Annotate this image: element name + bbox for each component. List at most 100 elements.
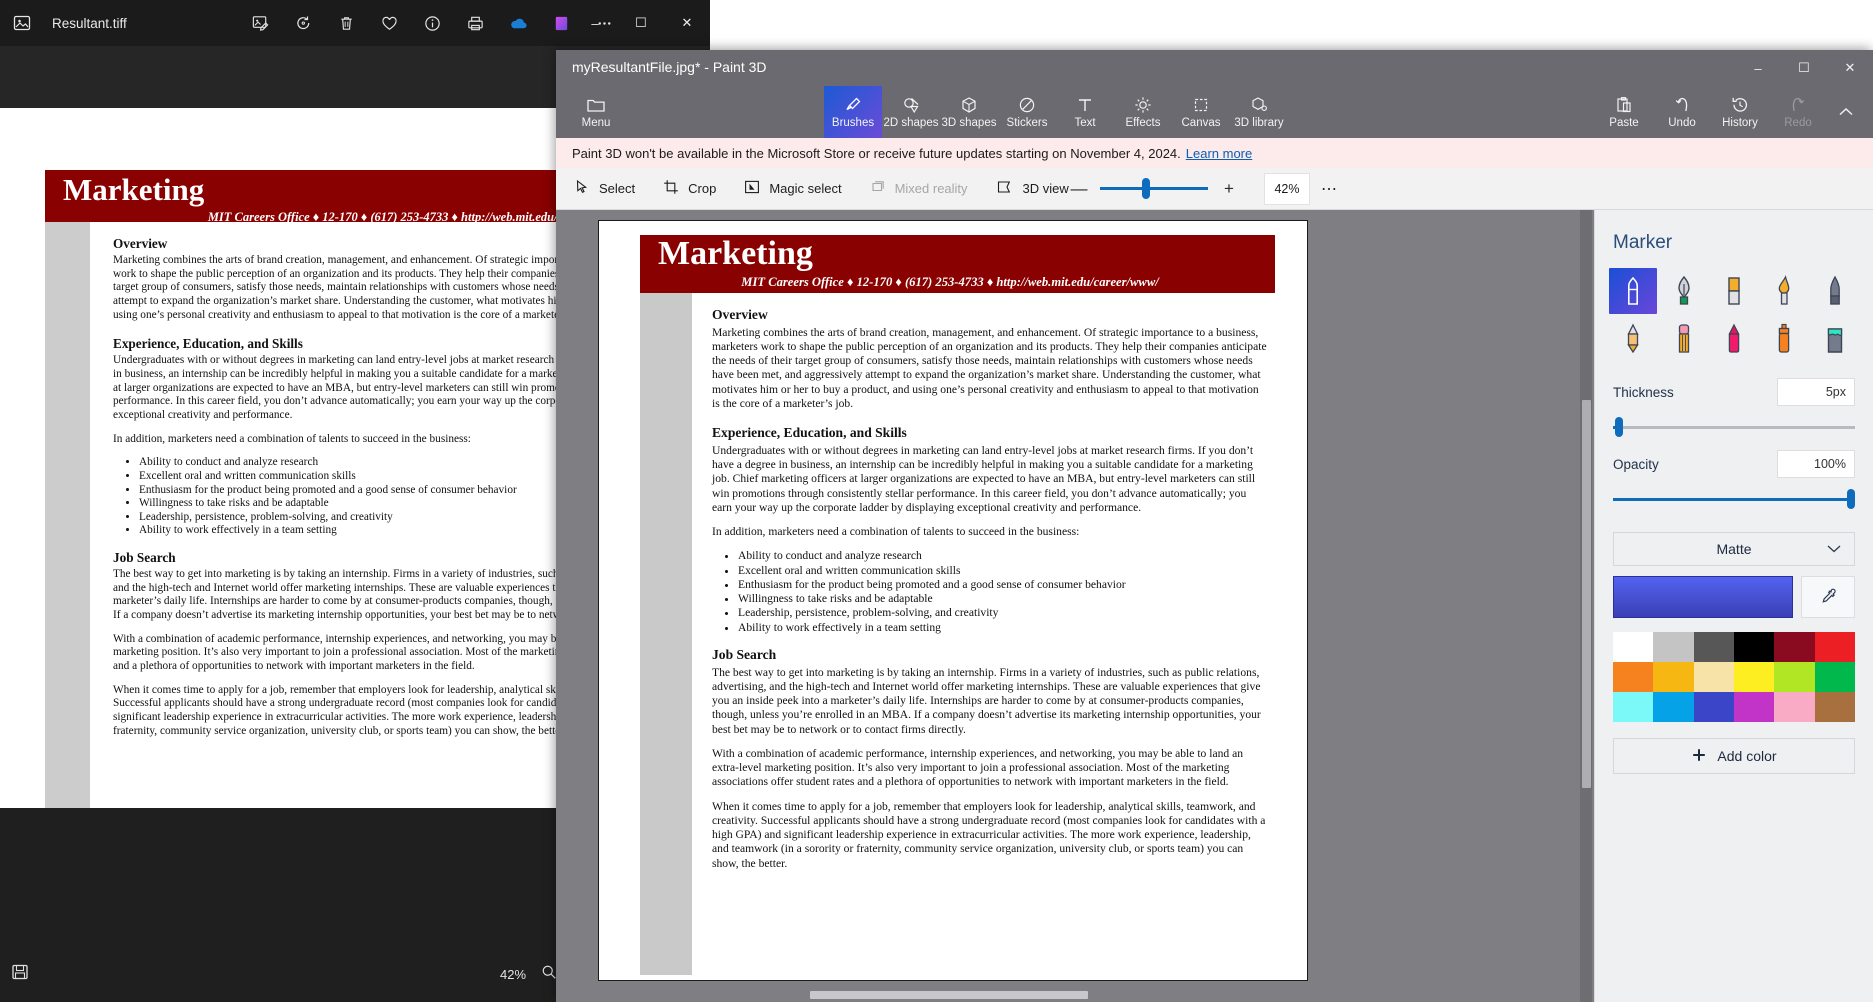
tab-2d-shapes[interactable]: 2D shapes bbox=[882, 86, 940, 138]
select-tool-button[interactable]: Select bbox=[556, 168, 649, 210]
paint3d-maximize-button[interactable]: ☐ bbox=[1781, 50, 1827, 86]
paint3d-tool-tabs: Brushes 2D shapes 3D shapes Stickers Tex… bbox=[824, 86, 1288, 138]
tab-3d-library[interactable]: 3D library bbox=[1230, 86, 1288, 138]
color-swatch[interactable] bbox=[1613, 692, 1654, 722]
tab-text[interactable]: Text bbox=[1056, 86, 1114, 138]
color-swatch[interactable] bbox=[1814, 662, 1855, 692]
opacity-slider-thumb[interactable] bbox=[1847, 489, 1855, 509]
photos-window-controls: – ☐ ✕ bbox=[572, 0, 710, 46]
paint3d-canvas-area[interactable]: Marketing MIT Careers Office ♦ 12-170 ♦ … bbox=[556, 210, 1594, 1002]
color-swatch[interactable] bbox=[1653, 692, 1694, 722]
color-swatch[interactable] bbox=[1653, 662, 1694, 692]
fill-tool[interactable] bbox=[1811, 316, 1859, 362]
action-label: History bbox=[1722, 117, 1758, 129]
chevron-up-icon[interactable] bbox=[1827, 86, 1865, 138]
current-color-swatch[interactable] bbox=[1613, 576, 1793, 618]
paint3d-toolstrip: Select Crop Magic select Mixed reality 3… bbox=[556, 168, 1873, 210]
doc-banner-title: Marketing bbox=[658, 235, 813, 272]
tab-effects[interactable]: Effects bbox=[1114, 86, 1172, 138]
rotate-icon[interactable] bbox=[289, 9, 317, 37]
toolstrip-more-icon[interactable]: ⋯ bbox=[1312, 179, 1346, 199]
color-swatch[interactable] bbox=[1774, 692, 1815, 722]
color-swatch[interactable] bbox=[1733, 632, 1775, 662]
doc-heading-experience: Experience, Education, and Skills bbox=[712, 425, 907, 441]
crayon-tool[interactable] bbox=[1710, 316, 1758, 362]
thickness-slider-thumb[interactable] bbox=[1615, 417, 1623, 437]
zoom-in-button[interactable]: + bbox=[1218, 179, 1240, 199]
info-icon[interactable] bbox=[418, 9, 446, 37]
magic-select-button[interactable]: Magic select bbox=[730, 168, 855, 210]
color-swatch[interactable] bbox=[1693, 692, 1734, 722]
paint3d-image-canvas[interactable]: Marketing MIT Careers Office ♦ 12-170 ♦ … bbox=[598, 220, 1308, 981]
zoom-out-button[interactable]: — bbox=[1068, 179, 1090, 199]
folder-icon bbox=[586, 95, 606, 115]
photos-close-button[interactable]: ✕ bbox=[664, 0, 710, 46]
color-swatch[interactable] bbox=[1814, 632, 1855, 662]
color-swatch[interactable] bbox=[1774, 662, 1815, 692]
color-swatch[interactable] bbox=[1693, 662, 1734, 692]
tab-label: 3D library bbox=[1234, 117, 1284, 129]
list-item: Leadership, persistence, problem-solving… bbox=[738, 606, 1268, 620]
paint3d-minimize-button[interactable]: – bbox=[1735, 50, 1781, 86]
crop-tool-button[interactable]: Crop bbox=[649, 168, 730, 210]
delete-icon[interactable] bbox=[332, 9, 360, 37]
toolstrip-label: Mixed reality bbox=[894, 181, 968, 196]
thickness-slider[interactable] bbox=[1613, 417, 1855, 437]
photos-minimize-button[interactable]: – bbox=[572, 0, 618, 46]
add-color-button[interactable]: Add color bbox=[1613, 738, 1855, 774]
eyedropper-icon[interactable] bbox=[1801, 576, 1855, 618]
color-swatch[interactable] bbox=[1774, 632, 1815, 662]
opacity-value[interactable]: 100% bbox=[1777, 450, 1855, 478]
color-swatch[interactable] bbox=[1733, 662, 1775, 692]
color-swatch[interactable] bbox=[1733, 692, 1775, 722]
thickness-value[interactable]: 5px bbox=[1777, 378, 1855, 406]
pixel-pen-tool[interactable] bbox=[1811, 268, 1859, 314]
menu-button[interactable]: Menu bbox=[564, 86, 628, 138]
stickers-icon bbox=[1017, 95, 1037, 115]
canvas-horizontal-scroll-thumb[interactable] bbox=[810, 991, 1088, 999]
opacity-slider-fill bbox=[1613, 498, 1855, 501]
marker-tool[interactable] bbox=[1609, 268, 1658, 314]
opacity-slider[interactable] bbox=[1613, 489, 1855, 509]
designer-icon[interactable] bbox=[547, 9, 575, 37]
paste-button[interactable]: Paste bbox=[1595, 86, 1653, 138]
2d-shapes-icon bbox=[901, 95, 921, 115]
paint3d-close-button[interactable]: ✕ bbox=[1827, 50, 1873, 86]
zoom-slider[interactable] bbox=[1100, 178, 1208, 199]
tab-canvas[interactable]: Canvas bbox=[1172, 86, 1230, 138]
watercolor-tool[interactable] bbox=[1760, 268, 1808, 314]
tab-label: Canvas bbox=[1181, 117, 1221, 129]
redo-icon bbox=[1788, 95, 1808, 115]
zoom-slider-thumb[interactable] bbox=[1142, 178, 1150, 199]
opacity-row: Opacity 100% bbox=[1595, 434, 1873, 478]
print-icon[interactable] bbox=[461, 9, 489, 37]
learn-more-link[interactable]: Learn more bbox=[1186, 146, 1252, 161]
eraser-tool[interactable] bbox=[1659, 316, 1707, 362]
favorite-icon[interactable] bbox=[375, 9, 403, 37]
oil-brush-tool[interactable] bbox=[1710, 268, 1758, 314]
color-swatch[interactable] bbox=[1613, 632, 1654, 662]
zoom-level-value[interactable]: 42% bbox=[1264, 173, 1310, 205]
cursor-icon bbox=[574, 179, 590, 198]
tab-label: Text bbox=[1074, 117, 1096, 129]
onedrive-icon[interactable] bbox=[504, 9, 532, 37]
color-swatch[interactable] bbox=[1613, 662, 1654, 692]
tab-3d-shapes[interactable]: 3D shapes bbox=[940, 86, 998, 138]
save-icon[interactable] bbox=[10, 962, 30, 987]
paint3d-ribbon-actions: Paste Undo History Redo bbox=[1595, 86, 1865, 138]
canvas-vertical-scroll-thumb[interactable] bbox=[1582, 400, 1591, 788]
undo-button[interactable]: Undo bbox=[1653, 86, 1711, 138]
tab-brushes[interactable]: Brushes bbox=[824, 86, 882, 138]
material-dropdown[interactable]: Matte bbox=[1613, 532, 1855, 566]
calligraphy-pen-tool[interactable] bbox=[1659, 268, 1707, 314]
edit-image-icon[interactable] bbox=[246, 9, 274, 37]
mixed-reality-button: Mixed reality bbox=[856, 168, 982, 210]
history-button[interactable]: History bbox=[1711, 86, 1769, 138]
pencil-tool[interactable] bbox=[1609, 316, 1657, 362]
tab-stickers[interactable]: Stickers bbox=[998, 86, 1056, 138]
color-swatch[interactable] bbox=[1814, 692, 1855, 722]
color-swatch[interactable] bbox=[1653, 632, 1694, 662]
spray-can-tool[interactable] bbox=[1760, 316, 1808, 362]
color-swatch[interactable] bbox=[1693, 632, 1734, 662]
photos-maximize-button[interactable]: ☐ bbox=[618, 0, 664, 46]
